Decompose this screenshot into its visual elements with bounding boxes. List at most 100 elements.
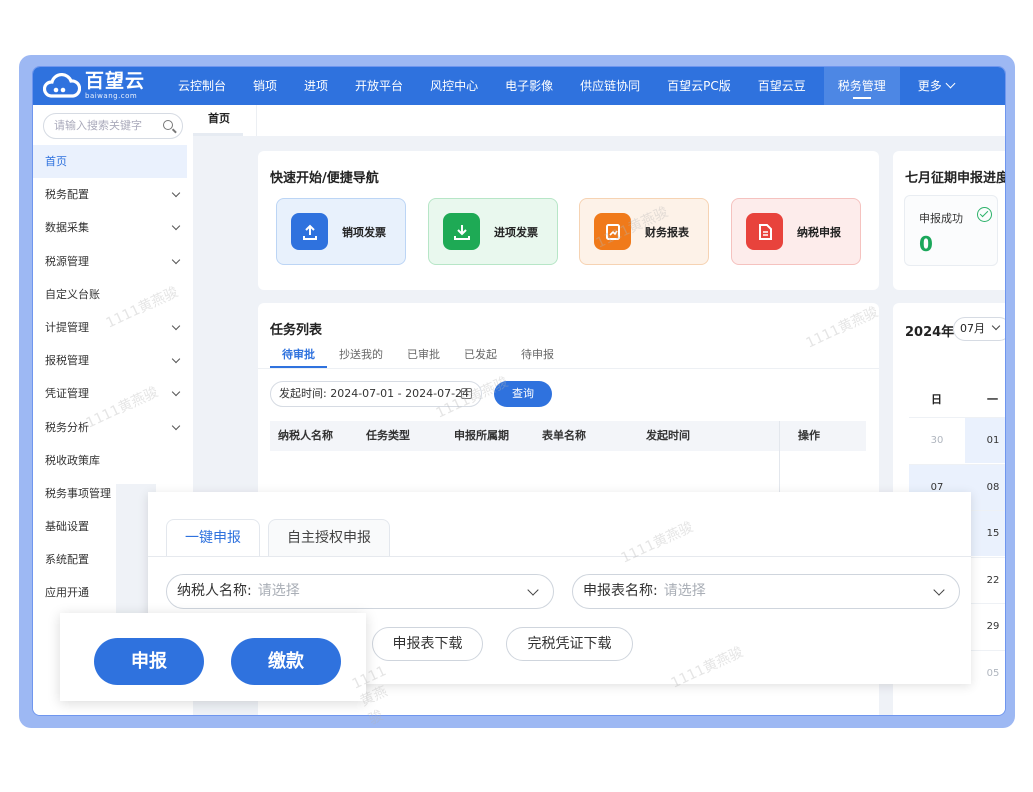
progress-stat-label: 申报成功 <box>919 212 963 225</box>
sidebar-item-label: 凭证管理 <box>45 387 89 401</box>
sidebar-item-label: 数据采集 <box>45 221 89 235</box>
nav-beans[interactable]: 百望云豆 <box>749 67 815 105</box>
sidebar-item-label: 应用开通 <box>45 586 89 600</box>
tab-authorized-declare[interactable]: 自主授权申报 <box>268 519 390 556</box>
nav-tax-management[interactable]: 税务管理 <box>823 67 900 105</box>
sidebar-item-label: 系统配置 <box>45 553 89 567</box>
quick-nav-label: 纳税申报 <box>797 225 841 239</box>
brand-domain: baiwang.com <box>85 92 138 100</box>
panel-divider <box>148 556 971 557</box>
top-nav: 百望云 baiwang.com 云控制台 销项 进项 开放平台 风控中心 电子影… <box>33 67 1005 105</box>
task-tab[interactable]: 已审批 <box>395 346 452 368</box>
column-header: 操作 <box>798 429 820 442</box>
sidebar-item-label: 首页 <box>45 155 67 168</box>
form-name-select[interactable]: 申报表名称: 请选择 <box>572 574 960 609</box>
declare-button[interactable]: 申报 <box>94 638 204 685</box>
download-icon <box>443 213 480 250</box>
column-header: 发起时间 <box>646 429 690 442</box>
search-input[interactable]: 请输入搜索关键字 <box>43 113 183 139</box>
weekday-header: 一 <box>987 393 998 406</box>
upload-icon <box>291 213 328 250</box>
brand-name: 百望云 <box>85 70 146 92</box>
nav-sales[interactable]: 销项 <box>244 67 286 105</box>
calendar-day[interactable]: 22 <box>965 556 1005 603</box>
search-icon[interactable] <box>163 120 173 130</box>
download-form-button[interactable]: 申报表下载 <box>372 627 483 661</box>
sidebar-item[interactable]: 计提管理 <box>33 311 193 344</box>
search-placeholder: 请输入搜索关键字 <box>54 119 142 132</box>
sidebar-item[interactable]: 数据采集 <box>33 211 193 244</box>
sidebar-item-label: 报税管理 <box>45 354 89 368</box>
sidebar-item[interactable]: 税务分析 <box>33 411 193 444</box>
nav-e-image[interactable]: 电子影像 <box>496 67 562 105</box>
nav-risk-center[interactable]: 风控中心 <box>421 67 487 105</box>
nav-open-platform[interactable]: 开放平台 <box>346 67 412 105</box>
quick-nav-label: 财务报表 <box>645 225 689 239</box>
brand-logo[interactable]: 百望云 baiwang.com <box>42 70 146 101</box>
quick-nav-button[interactable]: 进项发票 <box>428 198 558 265</box>
nav-console[interactable]: 云控制台 <box>169 67 235 105</box>
check-circle-icon <box>977 207 992 222</box>
action-buttons-panel: 申报 缴款 1111黄燕骏 <box>60 613 390 728</box>
taxpayer-label: 纳税人名称: <box>177 583 252 599</box>
taxpayer-placeholder: 请选择 <box>257 583 300 599</box>
sidebar-item[interactable]: 自定义台账 <box>33 278 193 311</box>
task-tab[interactable]: 已发起 <box>452 346 509 368</box>
declaration-progress-card: 七月征期申报进度 申报成功 0 <box>893 151 1005 290</box>
column-header: 表单名称 <box>542 429 586 442</box>
date-range-picker[interactable]: 发起时间: 2024-07-01 - 2024-07-24 <box>270 381 482 407</box>
chevron-down-icon <box>933 584 945 596</box>
chevron-down-icon <box>171 354 181 364</box>
column-header: 纳税人名称 <box>278 429 333 442</box>
download-certificate-button[interactable]: 完税凭证下载 <box>506 627 633 661</box>
tab-home[interactable]: 首页 <box>193 105 257 136</box>
calendar-day[interactable]: 15 <box>965 510 1005 556</box>
column-header: 任务类型 <box>366 429 410 442</box>
sidebar-item-label: 计提管理 <box>45 320 89 334</box>
calendar-day[interactable]: 05 <box>965 649 1005 696</box>
nav-supply-chain[interactable]: 供应链协同 <box>571 67 649 105</box>
chevron-down-icon <box>171 388 181 397</box>
declare-icon <box>746 213 783 250</box>
sidebar-item[interactable]: 首页 <box>33 145 187 179</box>
progress-stat-box[interactable]: 申报成功 0 <box>904 195 998 266</box>
sidebar-item[interactable]: 凭证管理 <box>33 377 193 410</box>
sidebar-item[interactable]: 报税管理 <box>33 344 193 377</box>
chevron-down-icon <box>527 584 539 596</box>
month-select[interactable]: 07月 <box>953 317 1005 341</box>
calendar-day[interactable]: 08 <box>965 463 1005 510</box>
task-tab[interactable]: 待申报 <box>509 346 566 368</box>
nav-pc-version[interactable]: 百望云PC版 <box>658 67 740 105</box>
task-tab[interactable]: 待审批 <box>270 346 327 368</box>
sidebar-item-label: 税源管理 <box>45 254 89 268</box>
calendar-year: 2024年 <box>905 325 955 340</box>
sidebar-item-label: 税务事项管理 <box>45 486 111 500</box>
chevron-down-icon <box>171 188 181 198</box>
task-tabs-divider <box>258 368 879 369</box>
sidebar-item[interactable]: 税源管理 <box>33 245 193 278</box>
taxpayer-select[interactable]: 纳税人名称: 请选择 <box>166 574 554 609</box>
sidebar-item[interactable]: 税收政策库 <box>33 444 193 477</box>
tab-one-click-declare[interactable]: 一键申报 <box>166 519 260 556</box>
quick-nav-button[interactable]: 纳税申报 <box>731 198 861 265</box>
task-list-title: 任务列表 <box>270 323 323 338</box>
date-range-value: 2024-07-01 - 2024-07-24 <box>330 387 470 400</box>
page-tab-bar: 首页 <box>193 105 1005 136</box>
chevron-down-icon <box>171 222 181 231</box>
calendar-day[interactable]: 30 <box>909 417 965 463</box>
column-header: 申报所属期 <box>454 429 509 442</box>
calendar-day[interactable]: 29 <box>965 603 1005 649</box>
nav-more[interactable]: 更多 <box>909 67 963 105</box>
chevron-down-icon <box>171 255 181 264</box>
quick-nav-button[interactable]: 销项发票 <box>276 198 406 265</box>
nav-purchase[interactable]: 进项 <box>295 67 337 105</box>
calendar-day[interactable]: 01 <box>965 417 1005 463</box>
quick-nav-button[interactable]: 财务报表 <box>579 198 709 265</box>
sidebar-item[interactable]: 税务配置 <box>33 178 193 211</box>
task-tab[interactable]: 抄送我的 <box>327 346 395 368</box>
form-name-placeholder: 请选择 <box>663 583 706 599</box>
weekday-header: 日 <box>931 393 942 406</box>
query-button[interactable]: 查询 <box>494 381 552 407</box>
chevron-down-icon <box>171 421 181 430</box>
pay-button[interactable]: 缴款 <box>231 638 341 685</box>
